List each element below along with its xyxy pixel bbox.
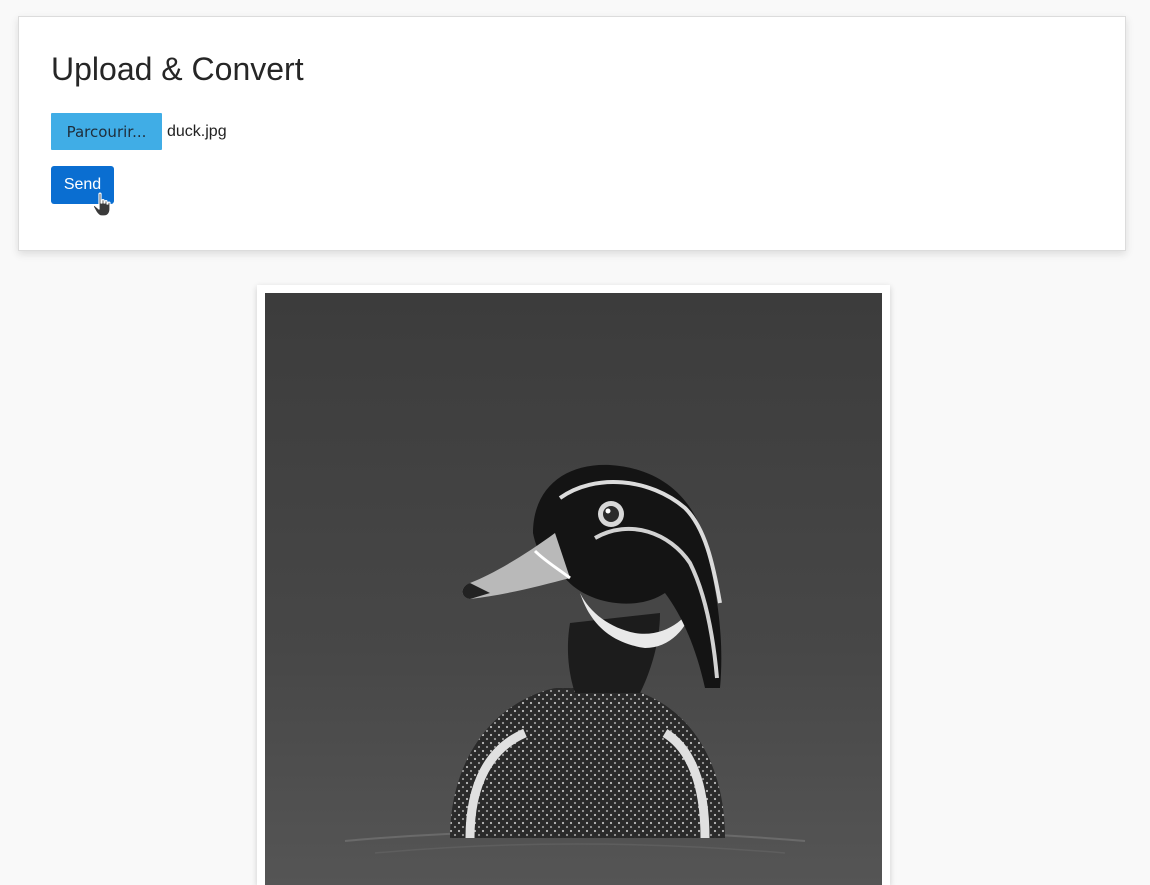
upload-panel: Upload & Convert Parcourir... duck.jpg S…: [18, 16, 1126, 251]
file-input-row[interactable]: Parcourir... duck.jpg: [51, 113, 227, 150]
browse-button[interactable]: Parcourir...: [51, 113, 162, 150]
send-button[interactable]: Send: [51, 166, 114, 204]
selected-file-name: duck.jpg: [167, 122, 227, 140]
duck-photo: [265, 293, 882, 885]
converted-image-frame: [257, 285, 890, 885]
page-title: Upload & Convert: [51, 51, 304, 87]
